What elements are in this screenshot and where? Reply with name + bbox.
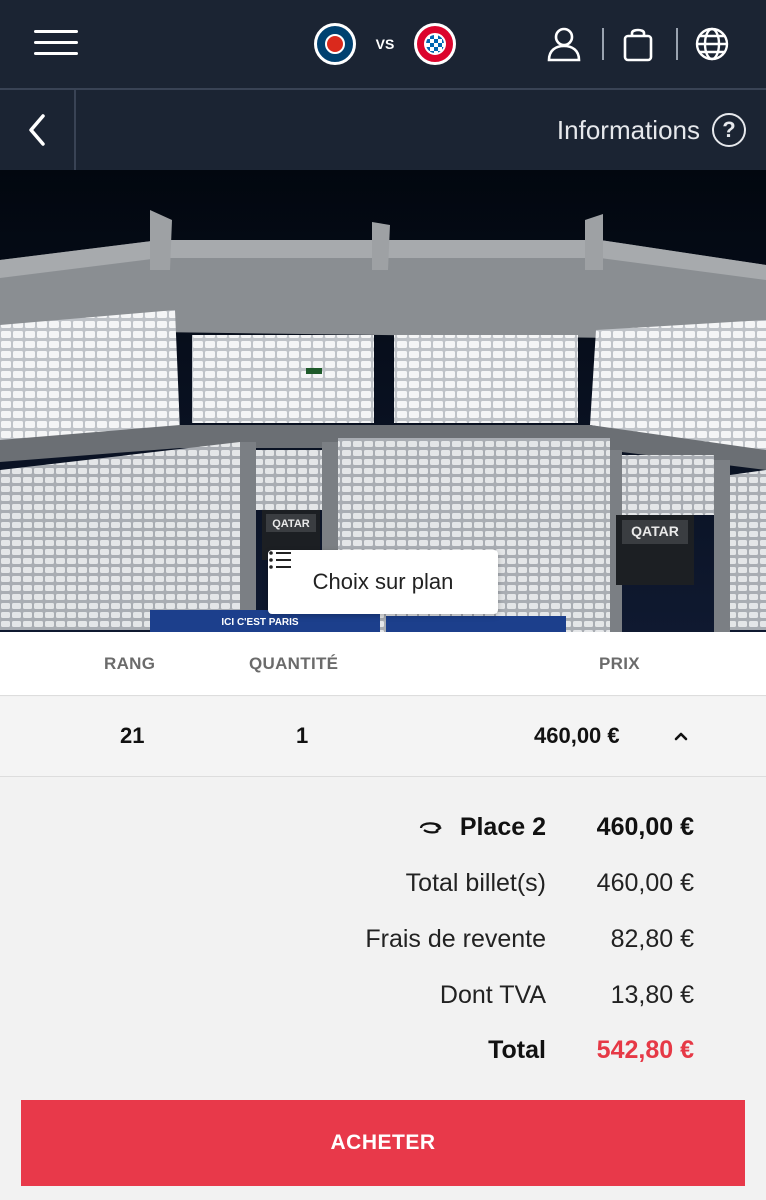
buy-button[interactable]: ACHETER <box>21 1100 745 1186</box>
resale-fee-label: Frais de revente <box>365 924 546 953</box>
vat-line: Dont TVA 13,80 € <box>440 975 694 1015</box>
header-divider <box>676 28 678 60</box>
vat-value: 13,80 € <box>610 980 694 1009</box>
top-header: VS <box>0 0 766 88</box>
grand-total-line: Total 542,80 € <box>488 1030 694 1070</box>
qatar-box-label-right: QATAR <box>631 523 679 539</box>
resale-fee-line: Frais de revente 82,80 € <box>365 919 694 959</box>
table-row[interactable]: 21 1 460,00 € <box>0 697 766 777</box>
place-value: 460,00 € <box>596 812 694 841</box>
vat-label: Dont TVA <box>439 980 546 1009</box>
price-breakdown: Place 2 460,00 € Total billet(s) 460,00 … <box>0 778 766 1100</box>
cart-icon[interactable] <box>618 24 658 64</box>
header-divider <box>602 28 604 60</box>
seat-map-label: Choix sur plan <box>312 569 454 594</box>
list-icon <box>269 551 291 569</box>
grand-total-value: 542,80 € <box>596 1035 694 1064</box>
sub-header: Informations ? <box>0 88 766 170</box>
row-quantite: 1 <box>296 723 309 748</box>
back-button[interactable] <box>0 90 76 170</box>
match-title: VS <box>314 22 456 66</box>
help-icon: ? <box>712 113 746 147</box>
place-line: Place 2 460,00 € <box>418 807 694 847</box>
qatar-box-label-left: QATAR <box>272 518 310 530</box>
column-header-quantite: QUANTITÉ <box>249 654 339 673</box>
row-prix: 460,00 € <box>534 723 620 748</box>
globe-icon[interactable] <box>692 24 732 64</box>
grand-total-label: Total <box>488 1035 546 1064</box>
user-icon[interactable] <box>544 24 584 64</box>
total-tickets-value: 460,00 € <box>596 868 694 897</box>
row-rang: 21 <box>120 723 145 748</box>
total-tickets-label: Total billet(s) <box>405 868 546 897</box>
informations-label: Informations <box>556 114 700 145</box>
chevron-up-icon[interactable] <box>672 727 690 745</box>
vs-label: VS <box>375 36 395 52</box>
ticket-table-header: RANG QUANTITÉ PRIX <box>0 632 766 696</box>
resale-fee-value: 82,80 € <box>610 924 694 953</box>
chevron-left-icon <box>29 114 45 146</box>
bayern-crest-icon <box>414 23 456 65</box>
column-header-prix: PRIX <box>599 654 640 673</box>
stadium-view[interactable]: QATAR QATAR ICI C'EST PARIS Choix sur pl… <box>0 170 766 632</box>
column-header-rang: RANG <box>104 654 156 673</box>
seat-map-button[interactable]: Choix sur plan <box>268 550 498 614</box>
psg-crest-icon <box>314 23 356 65</box>
informations-link[interactable]: Informations ? <box>557 110 746 150</box>
banner-text: ICI C'EST PARIS <box>221 617 299 628</box>
total-tickets-line: Total billet(s) 460,00 € <box>406 863 694 903</box>
seat-swap-icon <box>419 822 442 834</box>
menu-icon[interactable] <box>34 28 80 56</box>
place-label: Place 2 <box>459 812 546 841</box>
